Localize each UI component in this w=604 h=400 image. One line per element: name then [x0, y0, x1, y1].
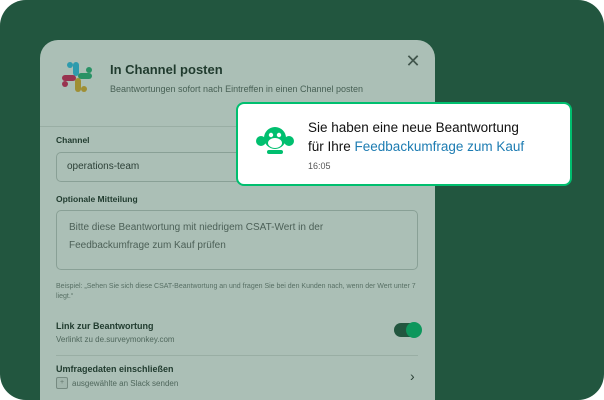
close-icon[interactable]: ✕ [404, 52, 422, 70]
stage-background: In Channel posten Beantwortungen sofort … [0, 0, 604, 400]
notification-time: 16:05 [308, 161, 331, 171]
divider [56, 355, 418, 356]
chevron-right-icon[interactable]: › [410, 368, 415, 384]
slack-logo-icon [62, 62, 92, 92]
notification-line2: für Ihre Feedbackumfrage zum Kauf [308, 139, 524, 154]
data-checkbox[interactable]: + [56, 377, 68, 389]
survey-link[interactable]: Feedbackumfrage zum Kauf [355, 139, 525, 154]
data-row-title: Umfragedaten einschließen [56, 364, 174, 374]
notification-card[interactable]: Sie haben eine neue Beantwortung für Ihr… [236, 102, 572, 186]
surveymonkey-logo-icon [256, 127, 294, 154]
link-row-title: Link zur Beantwortung [56, 321, 154, 331]
message-label: Optionale Mitteilung [56, 194, 138, 204]
modal-title: In Channel posten [110, 62, 223, 77]
message-textarea[interactable]: Bitte diese Beantwortung mit niedrigem C… [56, 210, 418, 270]
toggle-knob [406, 322, 422, 338]
modal-subtitle: Beantwortungen sofort nach Eintreffen in… [110, 84, 364, 94]
message-hint: Beispiel: „Sehen Sie sich diese CSAT-Bea… [56, 283, 416, 300]
notification-prefix: für Ihre [308, 139, 355, 154]
link-toggle[interactable] [394, 322, 422, 338]
channel-label: Channel [56, 135, 90, 145]
link-row-subtitle: Verlinkt zu de.surveymonkey.com [56, 335, 175, 344]
data-row-subtitle: ausgewählte an Slack senden [72, 379, 179, 388]
post-in-channel-modal: In Channel posten Beantwortungen sofort … [40, 40, 435, 400]
notification-line1: Sie haben eine neue Beantwortung [308, 120, 519, 135]
